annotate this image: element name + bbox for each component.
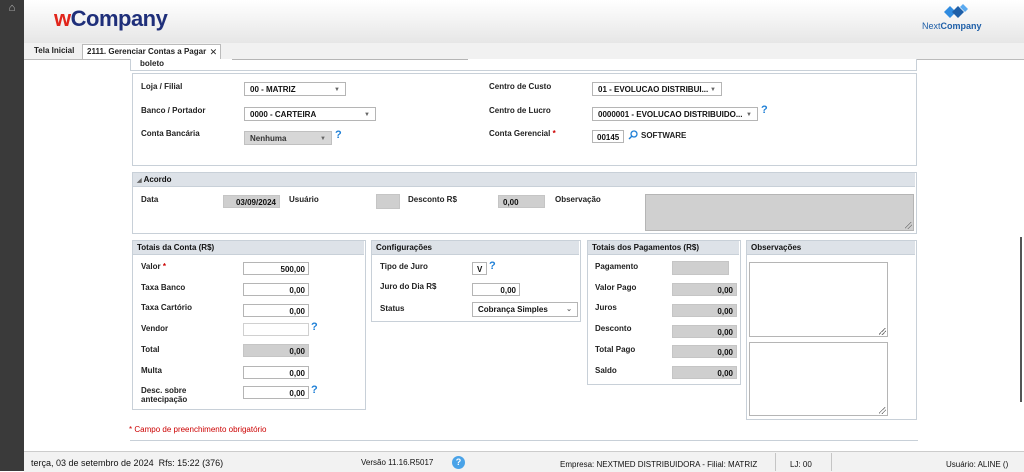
status-empresa: Empresa: NEXTMED DISTRIBUIDORA - Filial:…: [560, 460, 758, 469]
banco-label: Banco / Portador: [141, 106, 206, 115]
acordo-header[interactable]: ◢ Acordo: [133, 173, 915, 187]
total-pago-field: 0,00: [672, 345, 737, 358]
valor-input[interactable]: 500,00: [243, 262, 309, 275]
wcompany-logo: wCompany: [54, 6, 168, 31]
tipo-juro-input[interactable]: V: [472, 262, 487, 275]
search-icon[interactable]: [628, 130, 638, 140]
juro-dia-input[interactable]: 0,00: [472, 283, 520, 296]
totais-conta-header: Totais da Conta (R$): [133, 241, 364, 255]
required-note: * Campo de preenchimento obrigatório: [129, 425, 267, 434]
valor-label: Valor *: [141, 262, 166, 271]
tipo-juro-label: Tipo de Juro: [380, 262, 428, 271]
help-icon[interactable]: ?: [452, 456, 465, 469]
centro-custo-select[interactable]: 01 - EVOLUCAO DISTRIBUI... ▼: [592, 82, 722, 96]
pagamento-field: [672, 261, 729, 275]
valor-pago-label: Valor Pago: [595, 283, 637, 292]
taxa-cartorio-label: Taxa Cartório: [141, 303, 192, 312]
conta-gerencial-name: SOFTWARE: [641, 131, 687, 140]
conta-bancaria-select: Nenhuma ▼: [244, 131, 332, 145]
status-divider: [775, 453, 776, 471]
banco-select[interactable]: 0000 - CARTEIRA ▼: [244, 107, 376, 121]
acordo-data-label: Data: [141, 195, 159, 204]
resize-handle-icon[interactable]: [905, 222, 912, 229]
desc-antecipacao-input[interactable]: 0,00: [243, 386, 309, 399]
conta-gerencial-label: Conta Gerencial *: [489, 129, 556, 138]
desconto-field: 0,00: [672, 325, 737, 338]
status-usuario: Usuário: ALINE (): [946, 460, 1009, 469]
total-field: 0,00: [243, 344, 309, 357]
multa-label: Multa: [141, 366, 162, 375]
juro-dia-label: Juro do Dia R$: [380, 282, 437, 291]
status-date: terça, 03 de setembro de 2024 Rfs: 15:22…: [31, 458, 224, 468]
conta-bancaria-label: Conta Bancária: [141, 129, 200, 138]
loja-select[interactable]: 00 - MATRIZ ▼: [244, 82, 346, 96]
tab-tela-inicial[interactable]: Tela Inicial: [30, 44, 78, 58]
form-bottom-border: [130, 440, 918, 441]
centro-lucro-label: Centro de Lucro: [489, 106, 551, 115]
collapse-icon[interactable]: ◢: [137, 178, 142, 184]
home-icon[interactable]: ⌂: [6, 2, 18, 14]
tab-gerenciar-contas[interactable]: 2111. Gerenciar Contas a Pagar ✕: [82, 44, 222, 59]
help-icon[interactable]: ?: [335, 130, 342, 141]
status-versao: Versão 11.16.R5017: [361, 458, 434, 467]
tab-label: 2111. Gerenciar Contas a Pagar: [87, 47, 207, 56]
status-lj: LJ: 00: [790, 460, 812, 469]
taxa-cartorio-input[interactable]: 0,00: [243, 304, 309, 317]
vendor-label: Vendor: [141, 324, 169, 333]
acordo-desconto-field: 0,00: [498, 195, 545, 208]
status-divider: [831, 453, 832, 471]
acordo-desconto-label: Desconto R$: [408, 195, 457, 204]
observacoes-header: Observações: [747, 241, 915, 255]
saldo-field: 0,00: [672, 366, 737, 379]
status-select[interactable]: Cobrança Simples ⌄: [472, 302, 578, 317]
conta-gerencial-code-input[interactable]: 00145: [592, 130, 624, 143]
close-icon[interactable]: ✕: [210, 45, 218, 59]
vertical-scrollbar[interactable]: [1020, 237, 1022, 402]
multa-input[interactable]: 0,00: [243, 366, 309, 379]
acordo-usuario-label: Usuário: [289, 195, 319, 204]
desc-antecipacao-label: Desc. sobre antecipação: [141, 386, 188, 404]
centro-lucro-select[interactable]: 0000001 - EVOLUCAO DISTRIBUIDO... ▼: [592, 107, 758, 121]
loja-label: Loja / Filial: [141, 82, 183, 91]
desconto-label: Desconto: [595, 324, 632, 333]
help-icon[interactable]: ?: [311, 385, 318, 396]
left-sidebar: [0, 0, 24, 471]
taxa-banco-input[interactable]: 0,00: [243, 283, 309, 296]
nextcompany-brand: NextCompany: [922, 21, 982, 31]
resize-handle-icon[interactable]: [879, 328, 886, 335]
boleto-panel: [130, 59, 917, 71]
configuracoes-header: Configurações: [372, 241, 579, 255]
pagamento-label: Pagamento: [595, 262, 639, 271]
help-icon[interactable]: ?: [761, 105, 768, 116]
resize-handle-icon[interactable]: [879, 407, 886, 414]
help-icon[interactable]: ?: [311, 322, 318, 333]
juros-label: Juros: [595, 303, 617, 312]
totais-pagamentos-header: Totais dos Pagamentos (R$): [588, 241, 739, 255]
acordo-data-field: 03/09/2024: [223, 195, 280, 208]
status-label: Status: [380, 304, 405, 313]
acordo-observacao-textarea: [645, 194, 914, 231]
vendor-input[interactable]: [243, 323, 309, 336]
acordo-usuario-field: [376, 194, 400, 209]
juros-field: 0,00: [672, 304, 737, 317]
observacoes-textarea-2[interactable]: [749, 342, 888, 416]
centro-custo-label: Centro de Custo: [489, 82, 552, 91]
acordo-observacao-label: Observação: [555, 195, 601, 204]
saldo-label: Saldo: [595, 366, 617, 375]
boleto-label: boleto: [140, 59, 164, 68]
boleto-field[interactable]: [232, 59, 468, 60]
app-header: [24, 0, 1024, 44]
total-label: Total: [141, 345, 160, 354]
help-icon[interactable]: ?: [489, 261, 496, 272]
valor-pago-field: 0,00: [672, 283, 737, 296]
observacoes-textarea-1[interactable]: [749, 262, 888, 337]
acordo-title: Acordo: [143, 175, 172, 184]
total-pago-label: Total Pago: [595, 345, 636, 354]
taxa-banco-label: Taxa Banco: [141, 283, 186, 292]
nextcompany-logo-icon: [944, 4, 968, 18]
